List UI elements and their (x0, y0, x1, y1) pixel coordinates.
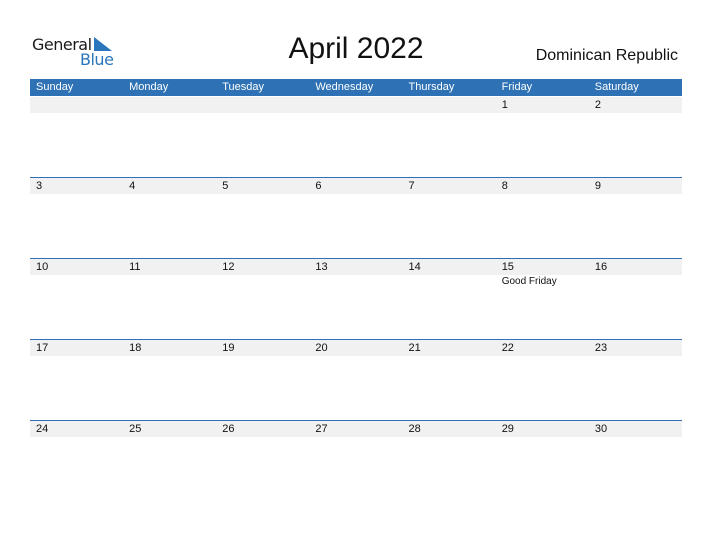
day-number: 24 (36, 423, 49, 435)
day-number: 3 (36, 180, 43, 192)
holiday-label: Good Friday (501, 276, 557, 287)
day-cell: 6 (309, 177, 402, 258)
day-cell: 23 (589, 339, 682, 420)
day-cell: 25 (123, 420, 216, 501)
week-row: 12 (30, 96, 682, 177)
day-cell: 15 Good Friday (496, 258, 589, 339)
day-cell: 5 (216, 177, 309, 258)
day-number: 7 (408, 180, 415, 192)
country-label: Dominican Republic (535, 47, 678, 64)
day-cell: 8 (496, 177, 589, 258)
day-cell: 21 (403, 339, 496, 420)
day-cell: 12 (216, 258, 309, 339)
day-cell: 9 (589, 177, 682, 258)
week-row: 24 25 26 27 28 29 30 (30, 420, 682, 501)
day-cell: 20 (309, 339, 402, 420)
day-number: 25 (129, 423, 142, 435)
day-cell: 27 (309, 420, 402, 501)
day-cell (30, 96, 123, 177)
day-cell: 2 (589, 96, 682, 177)
day-cell: 28 (403, 420, 496, 501)
day-number: 5 (222, 180, 229, 192)
day-cell: 1 (496, 96, 589, 177)
day-number: 6 (315, 180, 322, 192)
day-cell (403, 96, 496, 177)
weekday-monday: Monday (129, 81, 169, 93)
day-cell: 22 (496, 339, 589, 420)
day-number: 10 (36, 261, 49, 273)
day-number: 8 (501, 180, 508, 192)
day-cell: 7 (403, 177, 496, 258)
day-cell: 14 (403, 258, 496, 339)
weekday-tuesday: Tuesday (222, 81, 265, 93)
day-cell: 4 (123, 177, 216, 258)
weekday-header: Sunday Monday Tuesday Wednesday Thursday… (30, 79, 682, 96)
day-cell: 10 (30, 258, 123, 339)
day-cell: 18 (123, 339, 216, 420)
day-number: 4 (129, 180, 136, 192)
weekday-thursday: Thursday (408, 81, 455, 93)
week-row: 10 11 12 13 14 15 Good Friday 16 (30, 258, 682, 339)
weekday-wednesday: Wednesday (315, 81, 374, 93)
day-cell: 24 (30, 420, 123, 501)
day-number: 19 (222, 342, 235, 354)
day-cell: 16 (589, 258, 682, 339)
day-number: 9 (594, 180, 601, 192)
day-number: 2 (594, 99, 601, 111)
day-number: 23 (594, 342, 608, 354)
weekday-sunday: Sunday (36, 81, 74, 93)
day-cell: 19 (216, 339, 309, 420)
day-number: 17 (36, 342, 49, 354)
day-number: 14 (408, 261, 421, 273)
day-number: 27 (315, 423, 328, 435)
day-number: 11 (129, 261, 141, 273)
day-number: 20 (315, 342, 328, 354)
day-number: 26 (222, 423, 235, 435)
day-cell (309, 96, 402, 177)
day-number: 12 (222, 261, 235, 273)
day-number: 18 (129, 342, 142, 354)
day-cell: 30 (589, 420, 682, 501)
day-number: 13 (315, 261, 328, 273)
day-number: 30 (594, 423, 608, 435)
day-cell: 11 (123, 258, 216, 339)
day-number: 16 (594, 261, 608, 273)
day-cell: 26 (216, 420, 309, 501)
day-cell: 17 (30, 339, 123, 420)
day-cell: 29 (496, 420, 589, 501)
weekday-saturday: Saturday (594, 81, 639, 93)
day-number: 15 (501, 261, 514, 273)
day-cell: 13 (309, 258, 402, 339)
week-row: 17 18 19 20 21 22 23 (30, 339, 682, 420)
day-number: 28 (408, 423, 421, 435)
weekday-friday: Friday (501, 81, 533, 93)
day-number: 21 (408, 342, 421, 354)
day-cell (123, 96, 216, 177)
day-cell (216, 96, 309, 177)
day-number: 1 (501, 99, 508, 111)
week-row: 3 4 5 6 7 8 9 (30, 177, 682, 258)
day-number: 29 (501, 423, 514, 435)
day-cell: 3 (30, 177, 123, 258)
day-number: 22 (501, 342, 514, 354)
